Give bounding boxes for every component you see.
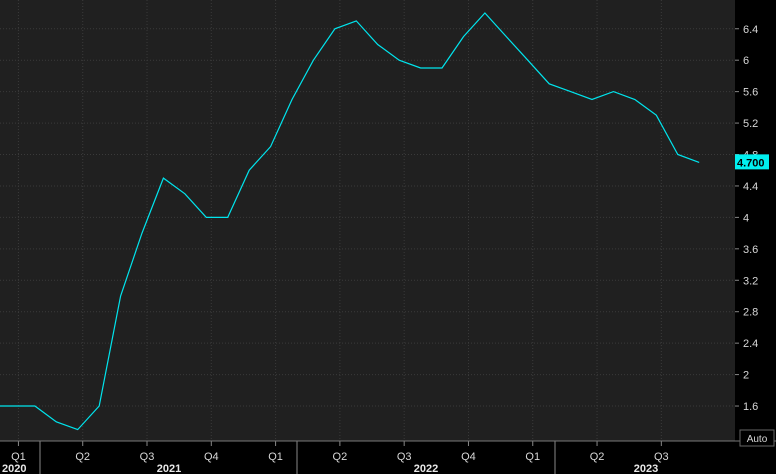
y-tick-label: 4.4 (743, 181, 758, 193)
x-tick-label: Q1 (11, 451, 26, 463)
x-tick-label: Q2 (333, 451, 348, 463)
y-tick-label: 6.4 (743, 24, 758, 36)
year-label: 2021 (157, 463, 181, 474)
x-tick-label: Q1 (525, 451, 540, 463)
year-label: 2020 (2, 463, 26, 474)
auto-scale-button[interactable]: Auto (739, 429, 775, 447)
year-label: 2023 (634, 463, 658, 474)
x-tick-label: Q3 (140, 451, 155, 463)
auto-scale-label: Auto (747, 434, 768, 445)
last-value-marker: 4.700 (735, 154, 769, 170)
last-value-text: 4.700 (737, 157, 765, 169)
line-chart: Q1 Q2 Q3 Q4 Q1 Q2 Q3 Q4 Q1 Q2 Q3 2020 2021 2022 2023 1… (0, 0, 776, 474)
y-tick-label: 2.4 (743, 338, 758, 350)
y-tick-label: 1.6 (743, 401, 758, 413)
x-tick-label: Q1 (268, 451, 283, 463)
x-tick-label: Q3 (654, 451, 669, 463)
y-tick-label: 3.2 (743, 275, 758, 287)
y-tick-label: 5.6 (743, 87, 758, 99)
x-tick-label: Q2 (590, 451, 605, 463)
y-tick-label: 3.6 (743, 244, 758, 256)
year-label: 2022 (414, 463, 438, 474)
x-tick-label: Q3 (397, 451, 412, 463)
x-tick-label: Q2 (75, 451, 90, 463)
y-tick-label: 5.2 (743, 118, 758, 130)
y-tick-label: 6 (743, 55, 749, 67)
y-tick-label: 2.8 (743, 307, 758, 319)
y-tick-label: 4 (743, 212, 749, 224)
x-tick-label: Q4 (204, 451, 219, 463)
x-tick-label: Q4 (461, 451, 476, 463)
y-tick-label: 2 (743, 370, 749, 382)
